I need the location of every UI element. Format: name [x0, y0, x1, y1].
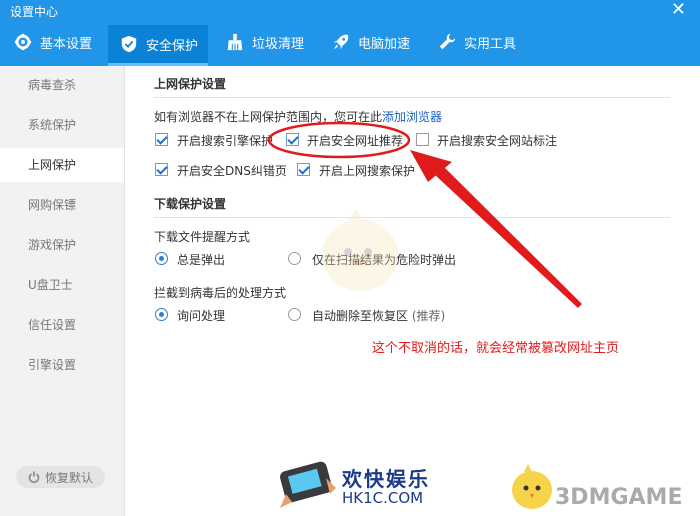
watermark-site-url: HK1C.COM [342, 489, 424, 507]
watermark-site-name: 欢快娱乐 [342, 467, 430, 491]
chick-mascot-image [512, 464, 552, 509]
annotation-arrow [425, 158, 582, 308]
watermark-brand: 3DMGAME [555, 485, 683, 510]
annotation-text: 这个不取消的话，就会经常被篡改网址主页 [372, 341, 620, 356]
gamepad-logo-image [280, 461, 336, 508]
mascot-watermark-image [322, 208, 398, 291]
highlight-ellipse [267, 121, 411, 159]
